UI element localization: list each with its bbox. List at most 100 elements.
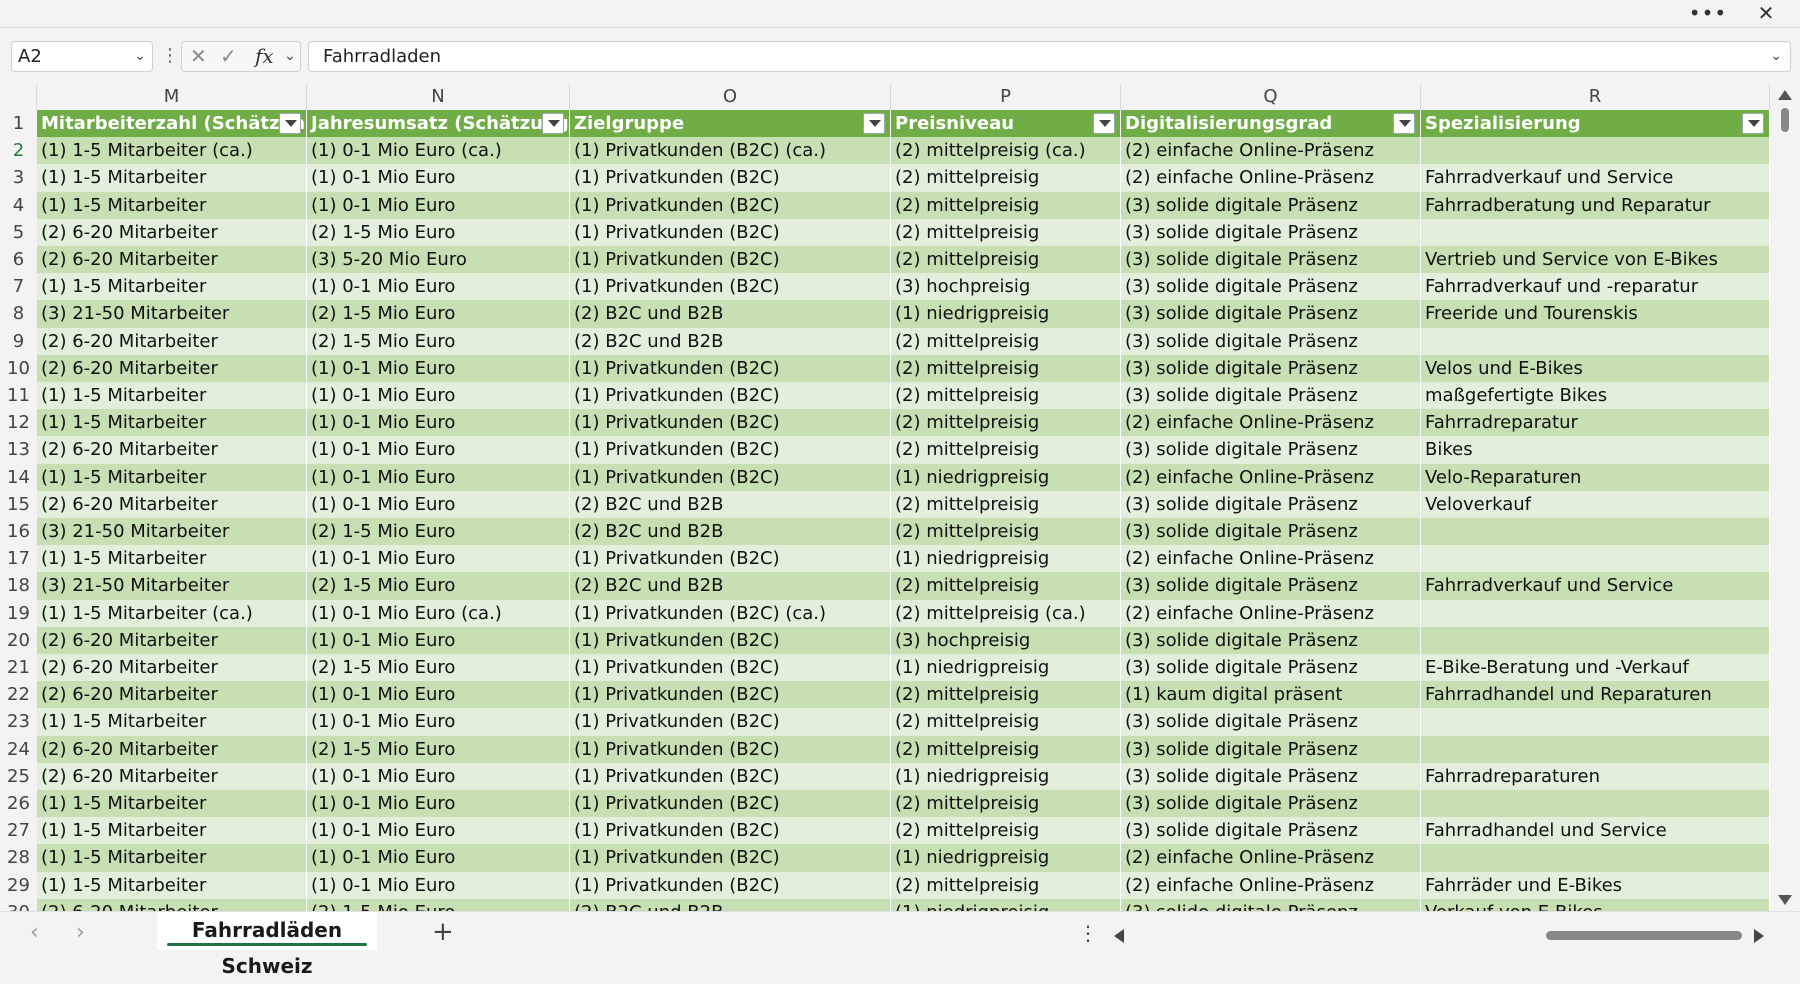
table-cell[interactable] [1421,327,1770,355]
table-cell[interactable]: (2) einfache Online-Präsenz [1121,871,1421,899]
table-cell[interactable]: (2) mittelpreisig [891,871,1121,899]
table-cell[interactable] [1421,545,1770,573]
table-cell[interactable]: (1) 0-1 Mio Euro [307,382,570,410]
scroll-down-icon[interactable] [1778,895,1792,905]
row-number[interactable]: 5 [0,218,37,246]
table-cell[interactable]: (2) mittelpreisig [891,164,1121,192]
table-cell[interactable]: (1) kaum digital präsent [1121,681,1421,709]
table-cell[interactable] [1421,790,1770,818]
table-cell[interactable]: (1) 0-1 Mio Euro [307,681,570,709]
filter-dropdown-icon[interactable] [1742,113,1764,134]
table-cell[interactable]: Fahrradberatung und Reparatur [1421,191,1770,219]
table-cell[interactable]: (3) hochpreisig [891,626,1121,654]
table-cell[interactable]: (1) niedrigpreisig [891,300,1121,328]
sheet-tab-fahrradlaeden-schweiz[interactable]: Fahrradläden Schweiz [157,912,377,978]
row-number[interactable]: 22 [0,681,37,709]
chevron-down-icon[interactable]: ⌄ [284,42,296,71]
row-number[interactable]: 14 [0,463,37,491]
close-icon[interactable]: ✕ [1740,0,1792,28]
row-number[interactable]: 19 [0,599,37,627]
table-cell[interactable]: (2) B2C und B2B [570,300,891,328]
table-cell[interactable]: (3) solide digitale Präsenz [1121,436,1421,464]
row-number[interactable]: 24 [0,735,37,763]
horizontal-scrollbar[interactable] [1110,924,1770,946]
column-header-r[interactable]: R [1421,84,1770,110]
table-cell[interactable]: (2) 6-20 Mitarbeiter [37,218,307,246]
table-cell[interactable]: (1) Privatkunden (B2C) [570,681,891,709]
table-cell[interactable]: (2) 6-20 Mitarbeiter [37,654,307,682]
table-cell[interactable]: Velos und E-Bikes [1421,354,1770,382]
row-number[interactable]: 17 [0,545,37,573]
table-cell[interactable]: (2) mittelpreisig [891,735,1121,763]
table-cell[interactable]: E-Bike-Beratung und -Verkauf [1421,654,1770,682]
table-cell[interactable]: (2) mittelpreisig [891,246,1121,274]
row-number[interactable]: 29 [0,871,37,899]
table-cell[interactable]: (3) solide digitale Präsenz [1121,735,1421,763]
table-cell[interactable]: (2) 6-20 Mitarbeiter [37,626,307,654]
table-cell[interactable]: (1) Privatkunden (B2C) (ca.) [570,599,891,627]
row-number[interactable]: 20 [0,626,37,654]
table-cell[interactable]: (2) mittelpreisig [891,490,1121,518]
table-cell[interactable]: (2) mittelpreisig [891,518,1121,546]
table-cell[interactable]: (1) Privatkunden (B2C) [570,218,891,246]
table-cell[interactable]: (2) 6-20 Mitarbeiter [37,327,307,355]
row-number[interactable]: 12 [0,409,37,437]
table-cell[interactable]: (2) 1-5 Mio Euro [307,327,570,355]
table-cell[interactable]: (1) 1-5 Mitarbeiter [37,708,307,736]
row-number[interactable]: 7 [0,273,37,301]
header-cell[interactable]: Jahresumsatz (Schätzung) [307,110,570,138]
table-cell[interactable] [1421,137,1770,165]
row-number[interactable]: 6 [0,246,37,274]
table-cell[interactable]: (2) mittelpreisig [891,354,1121,382]
table-cell[interactable]: (1) 0-1 Mio Euro [307,626,570,654]
table-cell[interactable]: (2) B2C und B2B [570,490,891,518]
table-cell[interactable]: (1) Privatkunden (B2C) [570,817,891,845]
table-cell[interactable]: (1) 0-1 Mio Euro (ca.) [307,599,570,627]
header-cell[interactable]: Zielgruppe [570,110,891,138]
row-number[interactable]: 1 [0,110,37,138]
next-sheet-icon[interactable]: › [76,920,85,946]
table-cell[interactable] [1421,599,1770,627]
table-cell[interactable]: (1) niedrigpreisig [891,654,1121,682]
header-cell[interactable]: Mitarbeiterzahl (Schätzung) [37,110,307,138]
table-cell[interactable] [1421,708,1770,736]
table-cell[interactable]: (1) 0-1 Mio Euro [307,436,570,464]
table-cell[interactable]: (1) 0-1 Mio Euro [307,354,570,382]
table-cell[interactable]: (2) einfache Online-Präsenz [1121,409,1421,437]
table-cell[interactable]: (3) solide digitale Präsenz [1121,708,1421,736]
filter-dropdown-icon[interactable] [279,113,301,134]
row-number[interactable]: 9 [0,327,37,355]
table-cell[interactable]: Fahrradreparatur [1421,409,1770,437]
spreadsheet-grid[interactable]: MNOPQR 1 Mitarbeiterzahl (Schätzung) Jahre… [0,84,1770,911]
table-cell[interactable]: (3) solide digitale Präsenz [1121,654,1421,682]
table-cell[interactable]: (1) niedrigpreisig [891,463,1121,491]
column-header-m[interactable]: M [37,84,307,110]
table-cell[interactable]: (2) mittelpreisig [891,436,1121,464]
table-cell[interactable]: (3) solide digitale Präsenz [1121,191,1421,219]
table-cell[interactable]: (2) B2C und B2B [570,518,891,546]
row-number[interactable]: 3 [0,164,37,192]
table-cell[interactable]: (1) 0-1 Mio Euro [307,817,570,845]
table-cell[interactable]: (2) B2C und B2B [570,898,891,911]
table-cell[interactable] [1421,518,1770,546]
insert-function-icon[interactable]: fx [255,42,274,71]
table-cell[interactable]: Verkauf von E-Bikes [1421,898,1770,911]
scroll-up-icon[interactable] [1778,90,1792,100]
table-cell[interactable]: (1) Privatkunden (B2C) [570,246,891,274]
table-cell[interactable]: (1) 1-5 Mitarbeiter [37,545,307,573]
row-number[interactable]: 16 [0,518,37,546]
table-cell[interactable]: (2) 1-5 Mio Euro [307,898,570,911]
table-cell[interactable]: (1) Privatkunden (B2C) [570,762,891,790]
table-cell[interactable]: Fahrräder und E-Bikes [1421,871,1770,899]
table-cell[interactable]: (2) mittelpreisig [891,681,1121,709]
table-cell[interactable]: (2) 1-5 Mio Euro [307,300,570,328]
more-options-icon[interactable]: ••• [1682,0,1734,28]
table-cell[interactable]: (3) solide digitale Präsenz [1121,327,1421,355]
table-cell[interactable]: (3) solide digitale Präsenz [1121,354,1421,382]
table-cell[interactable]: (2) 6-20 Mitarbeiter [37,354,307,382]
table-cell[interactable]: (1) 1-5 Mitarbeiter [37,463,307,491]
table-cell[interactable]: maßgefertigte Bikes [1421,382,1770,410]
table-cell[interactable]: (2) 6-20 Mitarbeiter [37,246,307,274]
row-number[interactable]: 13 [0,436,37,464]
row-number[interactable]: 23 [0,708,37,736]
